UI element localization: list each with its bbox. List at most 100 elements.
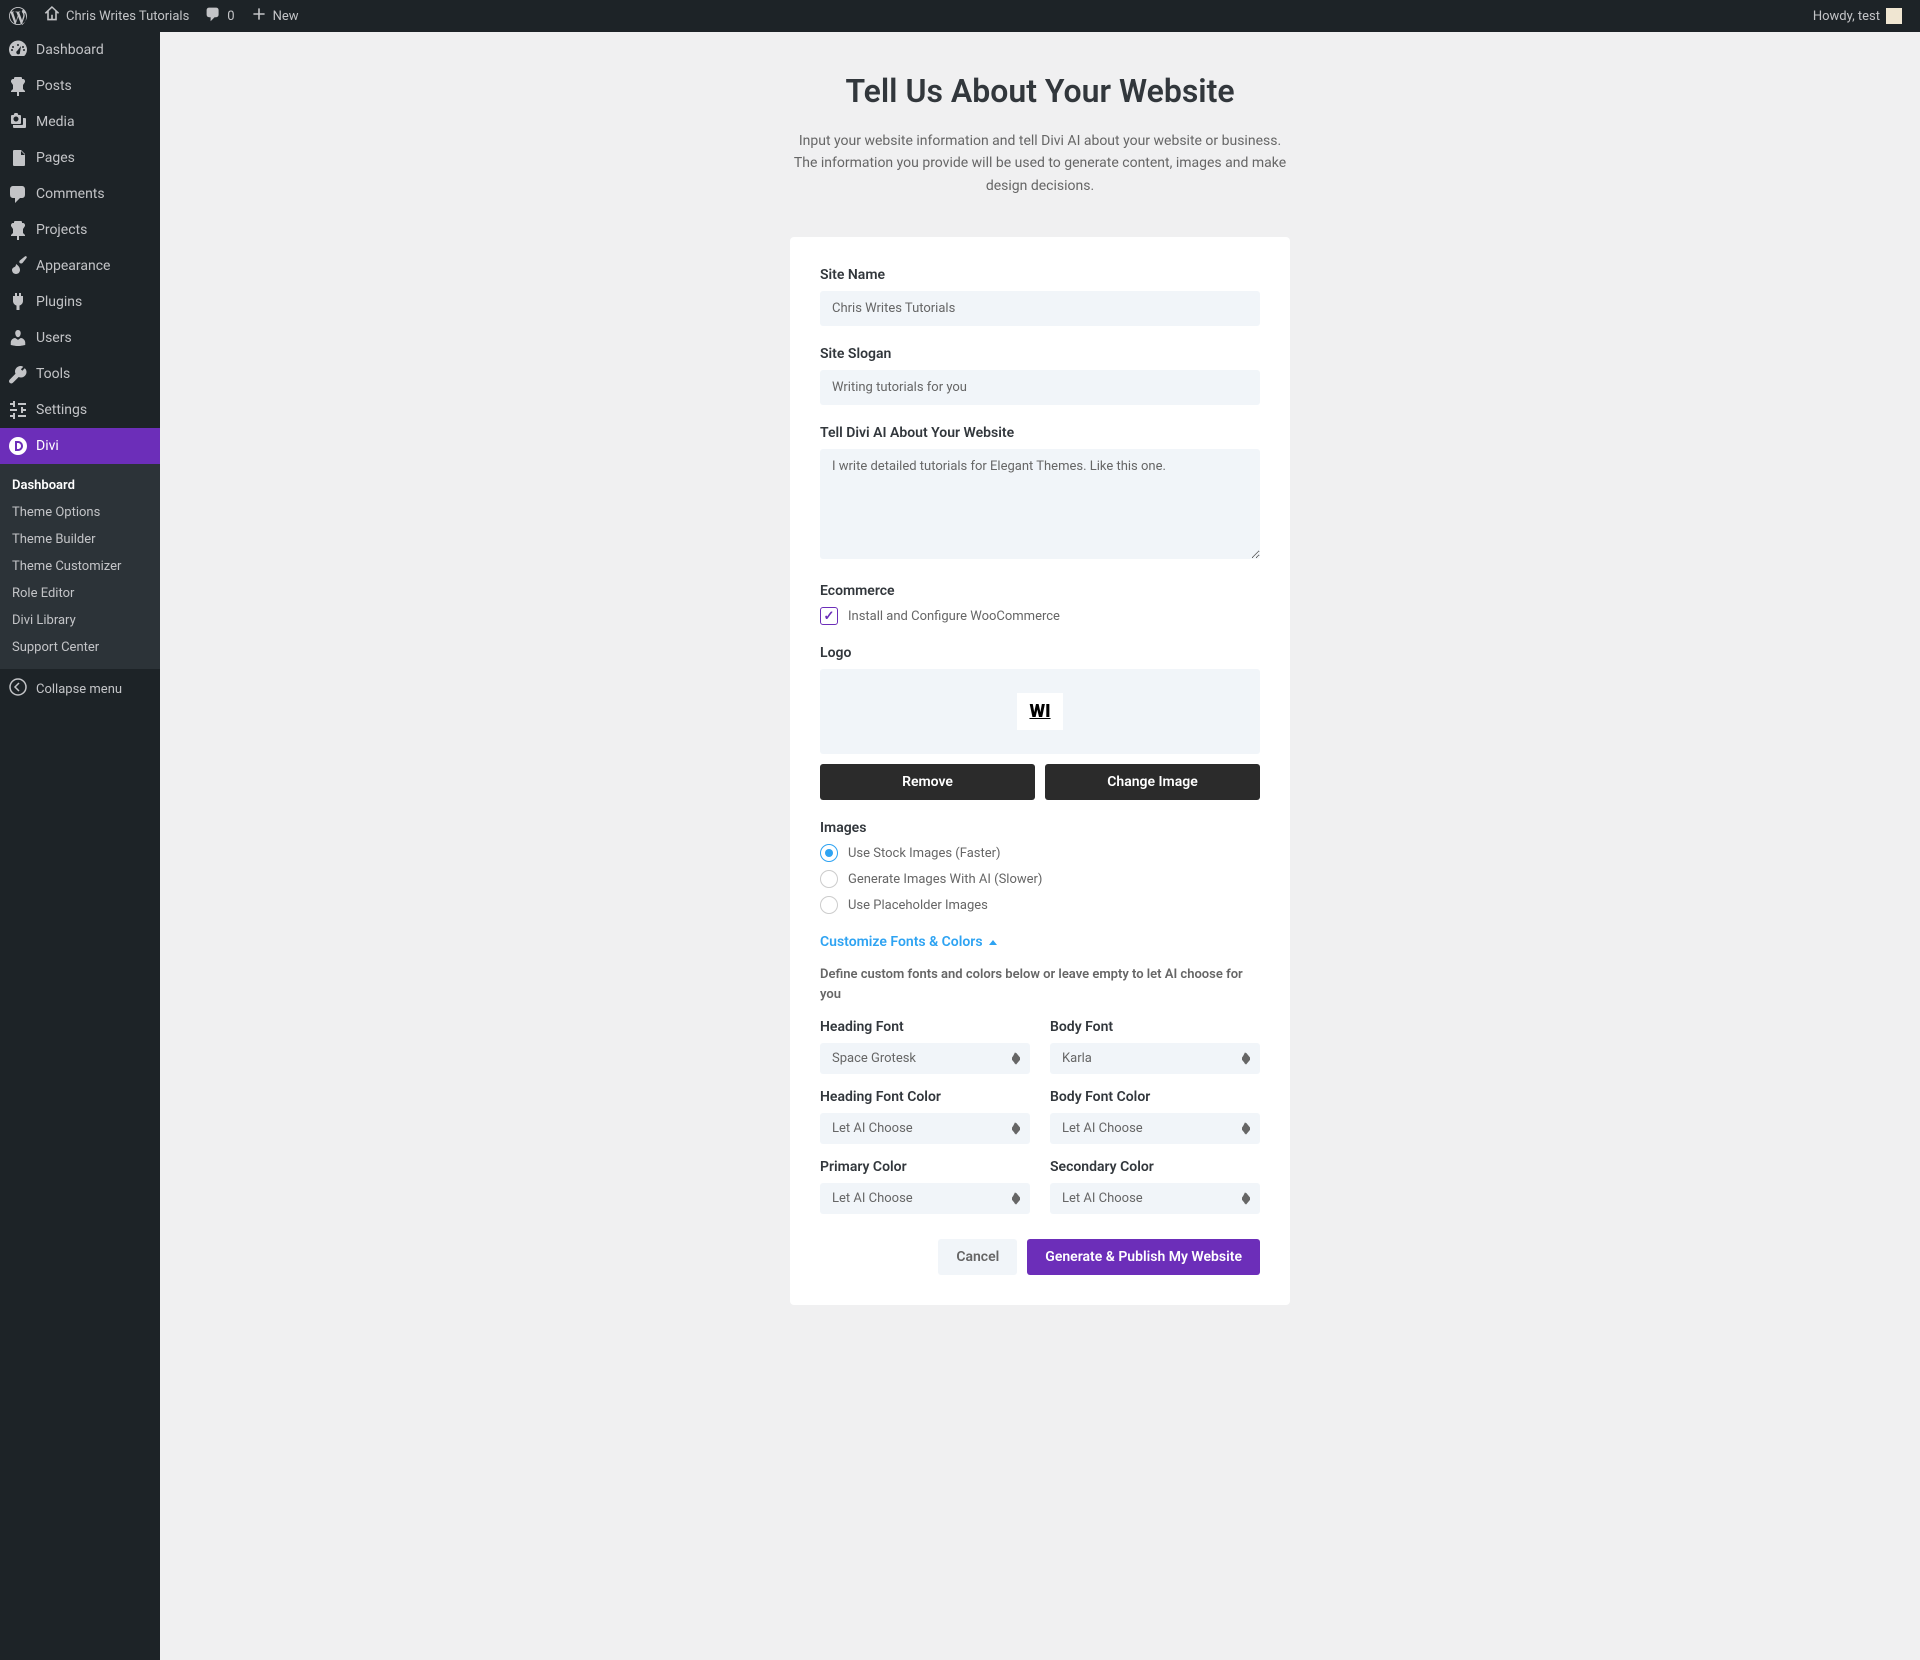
sidebar-item-media[interactable]: Media bbox=[0, 104, 160, 140]
comment-icon bbox=[205, 6, 221, 26]
remove-button[interactable]: Remove bbox=[820, 764, 1035, 800]
sidebar-item-projects[interactable]: Projects bbox=[0, 212, 160, 248]
divi-submenu: Dashboard Theme Options Theme Builder Th… bbox=[0, 464, 160, 669]
heading-font-select[interactable]: Space Grotesk bbox=[820, 1043, 1030, 1074]
sidebar-item-settings[interactable]: Settings bbox=[0, 392, 160, 428]
slogan-label: Site Slogan bbox=[820, 346, 1260, 362]
generate-button[interactable]: Generate & Publish My Website bbox=[1027, 1239, 1260, 1275]
sidebar-item-divi[interactable]: Divi bbox=[0, 428, 160, 464]
radio-label: Use Placeholder Images bbox=[848, 898, 988, 913]
howdy-item[interactable]: Howdy, test bbox=[1813, 8, 1902, 24]
sidebar-label: Users bbox=[36, 330, 72, 346]
submenu-theme-options[interactable]: Theme Options bbox=[0, 499, 160, 526]
radio-label: Generate Images With AI (Slower) bbox=[848, 872, 1042, 887]
page-subtitle: Input your website information and tell … bbox=[790, 130, 1290, 197]
ecommerce-option-label: Install and Configure WooCommerce bbox=[848, 609, 1060, 624]
submenu-role-editor[interactable]: Role Editor bbox=[0, 580, 160, 607]
new-label: New bbox=[273, 9, 299, 24]
admin-site-name: Chris Writes Tutorials bbox=[66, 9, 189, 24]
triangle-up-icon bbox=[989, 940, 997, 945]
howdy-text: Howdy, test bbox=[1813, 9, 1880, 24]
submenu-support-center[interactable]: Support Center bbox=[0, 634, 160, 661]
avatar bbox=[1886, 8, 1902, 24]
secondary-color-select[interactable]: Let AI Choose bbox=[1050, 1183, 1260, 1214]
pin-icon bbox=[8, 220, 28, 240]
plus-icon bbox=[251, 6, 267, 26]
images-label: Images bbox=[820, 820, 1260, 836]
admin-bar: Chris Writes Tutorials 0 New Howdy, test bbox=[0, 0, 1920, 32]
sidebar-label: Dashboard bbox=[36, 42, 104, 58]
collapse-label: Collapse menu bbox=[36, 682, 122, 697]
collapse-icon bbox=[8, 677, 28, 701]
primary-color-select[interactable]: Let AI Choose bbox=[820, 1183, 1030, 1214]
sidebar-item-pages[interactable]: Pages bbox=[0, 140, 160, 176]
site-name-item[interactable]: Chris Writes Tutorials bbox=[36, 0, 197, 32]
body-color-select[interactable]: Let AI Choose bbox=[1050, 1113, 1260, 1144]
brush-icon bbox=[8, 256, 28, 276]
sidebar-item-comments[interactable]: Comments bbox=[0, 176, 160, 212]
logo-preview: WI bbox=[820, 669, 1260, 754]
sidebar-label: Settings bbox=[36, 402, 87, 418]
about-textarea[interactable]: I write detailed tutorials for Elegant T… bbox=[820, 449, 1260, 559]
new-item[interactable]: New bbox=[243, 0, 307, 32]
customize-toggle[interactable]: Customize Fonts & Colors bbox=[820, 934, 1260, 950]
images-option-ai[interactable]: Generate Images With AI (Slower) bbox=[820, 870, 1260, 888]
body-font-select[interactable]: Karla bbox=[1050, 1043, 1260, 1074]
images-option-stock[interactable]: Use Stock Images (Faster) bbox=[820, 844, 1260, 862]
heading-font-label: Heading Font bbox=[820, 1019, 1030, 1035]
wrench-icon bbox=[8, 364, 28, 384]
submenu-theme-builder[interactable]: Theme Builder bbox=[0, 526, 160, 553]
sidebar-item-dashboard[interactable]: Dashboard bbox=[0, 32, 160, 68]
sidebar-label: Divi bbox=[36, 438, 59, 454]
submenu-dashboard[interactable]: Dashboard bbox=[0, 472, 160, 499]
logo-image: WI bbox=[1017, 693, 1062, 730]
radio-icon bbox=[820, 896, 838, 914]
comments-count: 0 bbox=[227, 9, 234, 24]
change-image-button[interactable]: Change Image bbox=[1045, 764, 1260, 800]
user-icon bbox=[8, 328, 28, 348]
radio-icon bbox=[820, 844, 838, 862]
divi-icon bbox=[8, 436, 28, 456]
collapse-menu[interactable]: Collapse menu bbox=[0, 669, 160, 709]
cancel-button[interactable]: Cancel bbox=[938, 1239, 1017, 1275]
sidebar-label: Plugins bbox=[36, 294, 82, 310]
site-name-input[interactable] bbox=[820, 291, 1260, 326]
secondary-color-label: Secondary Color bbox=[1050, 1159, 1260, 1175]
sidebar-item-appearance[interactable]: Appearance bbox=[0, 248, 160, 284]
comments-item[interactable]: 0 bbox=[197, 0, 242, 32]
sidebar-label: Pages bbox=[36, 150, 75, 166]
plug-icon bbox=[8, 292, 28, 312]
radio-label: Use Stock Images (Faster) bbox=[848, 846, 1001, 861]
site-name-label: Site Name bbox=[820, 267, 1260, 283]
images-option-placeholder[interactable]: Use Placeholder Images bbox=[820, 896, 1260, 914]
sidebar-label: Comments bbox=[36, 186, 105, 202]
about-label: Tell Divi AI About Your Website bbox=[820, 425, 1260, 441]
sidebar-item-users[interactable]: Users bbox=[0, 320, 160, 356]
sidebar-item-tools[interactable]: Tools bbox=[0, 356, 160, 392]
sidebar-label: Projects bbox=[36, 222, 87, 238]
primary-color-label: Primary Color bbox=[820, 1159, 1030, 1175]
sliders-icon bbox=[8, 400, 28, 420]
submenu-theme-customizer[interactable]: Theme Customizer bbox=[0, 553, 160, 580]
wordpress-icon bbox=[8, 6, 28, 26]
body-font-label: Body Font bbox=[1050, 1019, 1260, 1035]
body-color-label: Body Font Color bbox=[1050, 1089, 1260, 1105]
submenu-divi-library[interactable]: Divi Library bbox=[0, 607, 160, 634]
admin-sidebar: Dashboard Posts Media Pages Comments Pro… bbox=[0, 32, 160, 1660]
slogan-input[interactable] bbox=[820, 370, 1260, 405]
sidebar-label: Appearance bbox=[36, 258, 110, 274]
logo-label: Logo bbox=[820, 645, 1260, 661]
wp-logo-item[interactable] bbox=[0, 0, 36, 32]
heading-color-label: Heading Font Color bbox=[820, 1089, 1030, 1105]
comment-icon bbox=[8, 184, 28, 204]
sidebar-item-plugins[interactable]: Plugins bbox=[0, 284, 160, 320]
ecommerce-label: Ecommerce bbox=[820, 583, 1260, 599]
dashboard-icon bbox=[8, 40, 28, 60]
checkbox-icon bbox=[820, 607, 838, 625]
heading-color-select[interactable]: Let AI Choose bbox=[820, 1113, 1030, 1144]
customize-link-label: Customize Fonts & Colors bbox=[820, 934, 983, 950]
sidebar-item-posts[interactable]: Posts bbox=[0, 68, 160, 104]
home-icon bbox=[44, 6, 60, 26]
pin-icon bbox=[8, 76, 28, 96]
ecommerce-checkbox-row[interactable]: Install and Configure WooCommerce bbox=[820, 607, 1260, 625]
